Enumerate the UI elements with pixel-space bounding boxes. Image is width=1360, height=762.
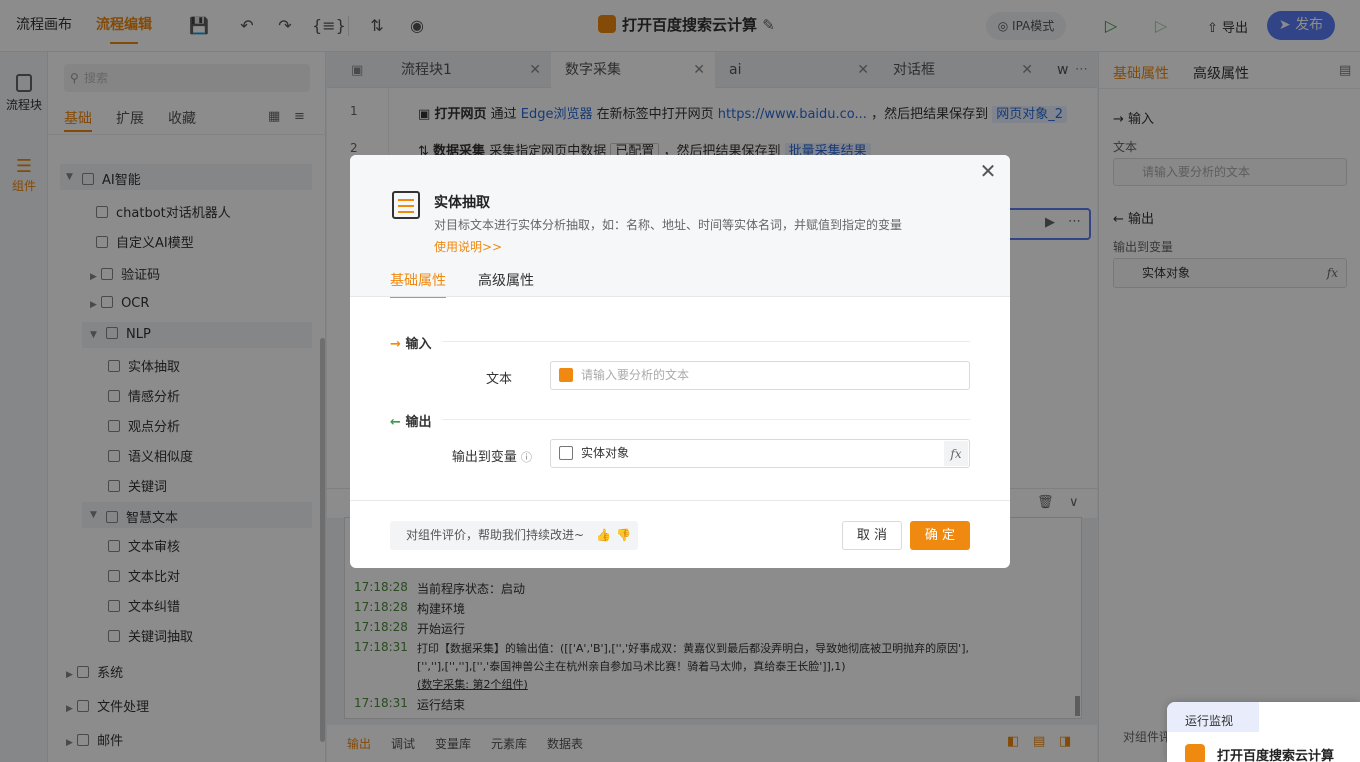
- divider: [350, 296, 1010, 297]
- text-input[interactable]: 请输入要分析的文本: [550, 361, 970, 390]
- info-icon[interactable]: ⓘ: [521, 451, 532, 464]
- cancel-button[interactable]: 取 消: [842, 521, 902, 550]
- feedback-bar: 对组件评价，帮助我们持续改进~ 👍 👎: [390, 521, 638, 550]
- confirm-button[interactable]: 确 定: [910, 521, 970, 550]
- help-link[interactable]: 使用说明>>: [434, 238, 502, 255]
- divider: [350, 500, 1010, 501]
- run-monitor[interactable]: 运行监视 打开百度搜索云计算: [1167, 702, 1360, 762]
- variable-icon: [559, 446, 573, 460]
- text-placeholder: 请输入要分析的文本: [581, 368, 690, 382]
- thumbs-down-icon[interactable]: 👎: [616, 521, 631, 550]
- flow-icon: [1185, 744, 1205, 762]
- output-value: 实体对象: [581, 446, 630, 460]
- output-variable-field[interactable]: 实体对象 fx: [550, 439, 970, 468]
- fx-icon[interactable]: fx: [944, 441, 968, 466]
- dialog-description: 对目标文本进行实体分析抽取，如：名称、地址、时间等实体名词，并赋值到指定的变量: [434, 218, 903, 232]
- entity-extract-icon: [392, 191, 420, 219]
- monitor-title: 打开百度搜索云计算: [1217, 749, 1335, 762]
- text-type-icon: [559, 368, 573, 382]
- section-line: [442, 419, 970, 420]
- monitor-label: 运行监视: [1185, 714, 1234, 728]
- close-icon[interactable]: ✕: [978, 161, 998, 181]
- dialog-title: 实体抽取: [434, 195, 490, 211]
- thumbs-up-icon[interactable]: 👍: [596, 521, 611, 550]
- input-section: → 输入: [390, 337, 432, 352]
- section-line: [442, 341, 970, 342]
- text-label: 文本: [485, 372, 512, 387]
- output-icon: ←: [390, 415, 401, 430]
- entity-extract-dialog: 实体抽取 对目标文本进行实体分析抽取，如：名称、地址、时间等实体名词，并赋值到指…: [350, 155, 1010, 568]
- output-label: 输出到变量 ⓘ: [451, 450, 532, 465]
- tab-basic-props[interactable]: 基础属性: [390, 270, 446, 298]
- feedback-text: 对组件评价，帮助我们持续改进~: [406, 528, 585, 542]
- output-section: ← 输出: [390, 415, 432, 430]
- tab-advanced-props[interactable]: 高级属性: [478, 270, 534, 290]
- input-icon: →: [390, 337, 401, 352]
